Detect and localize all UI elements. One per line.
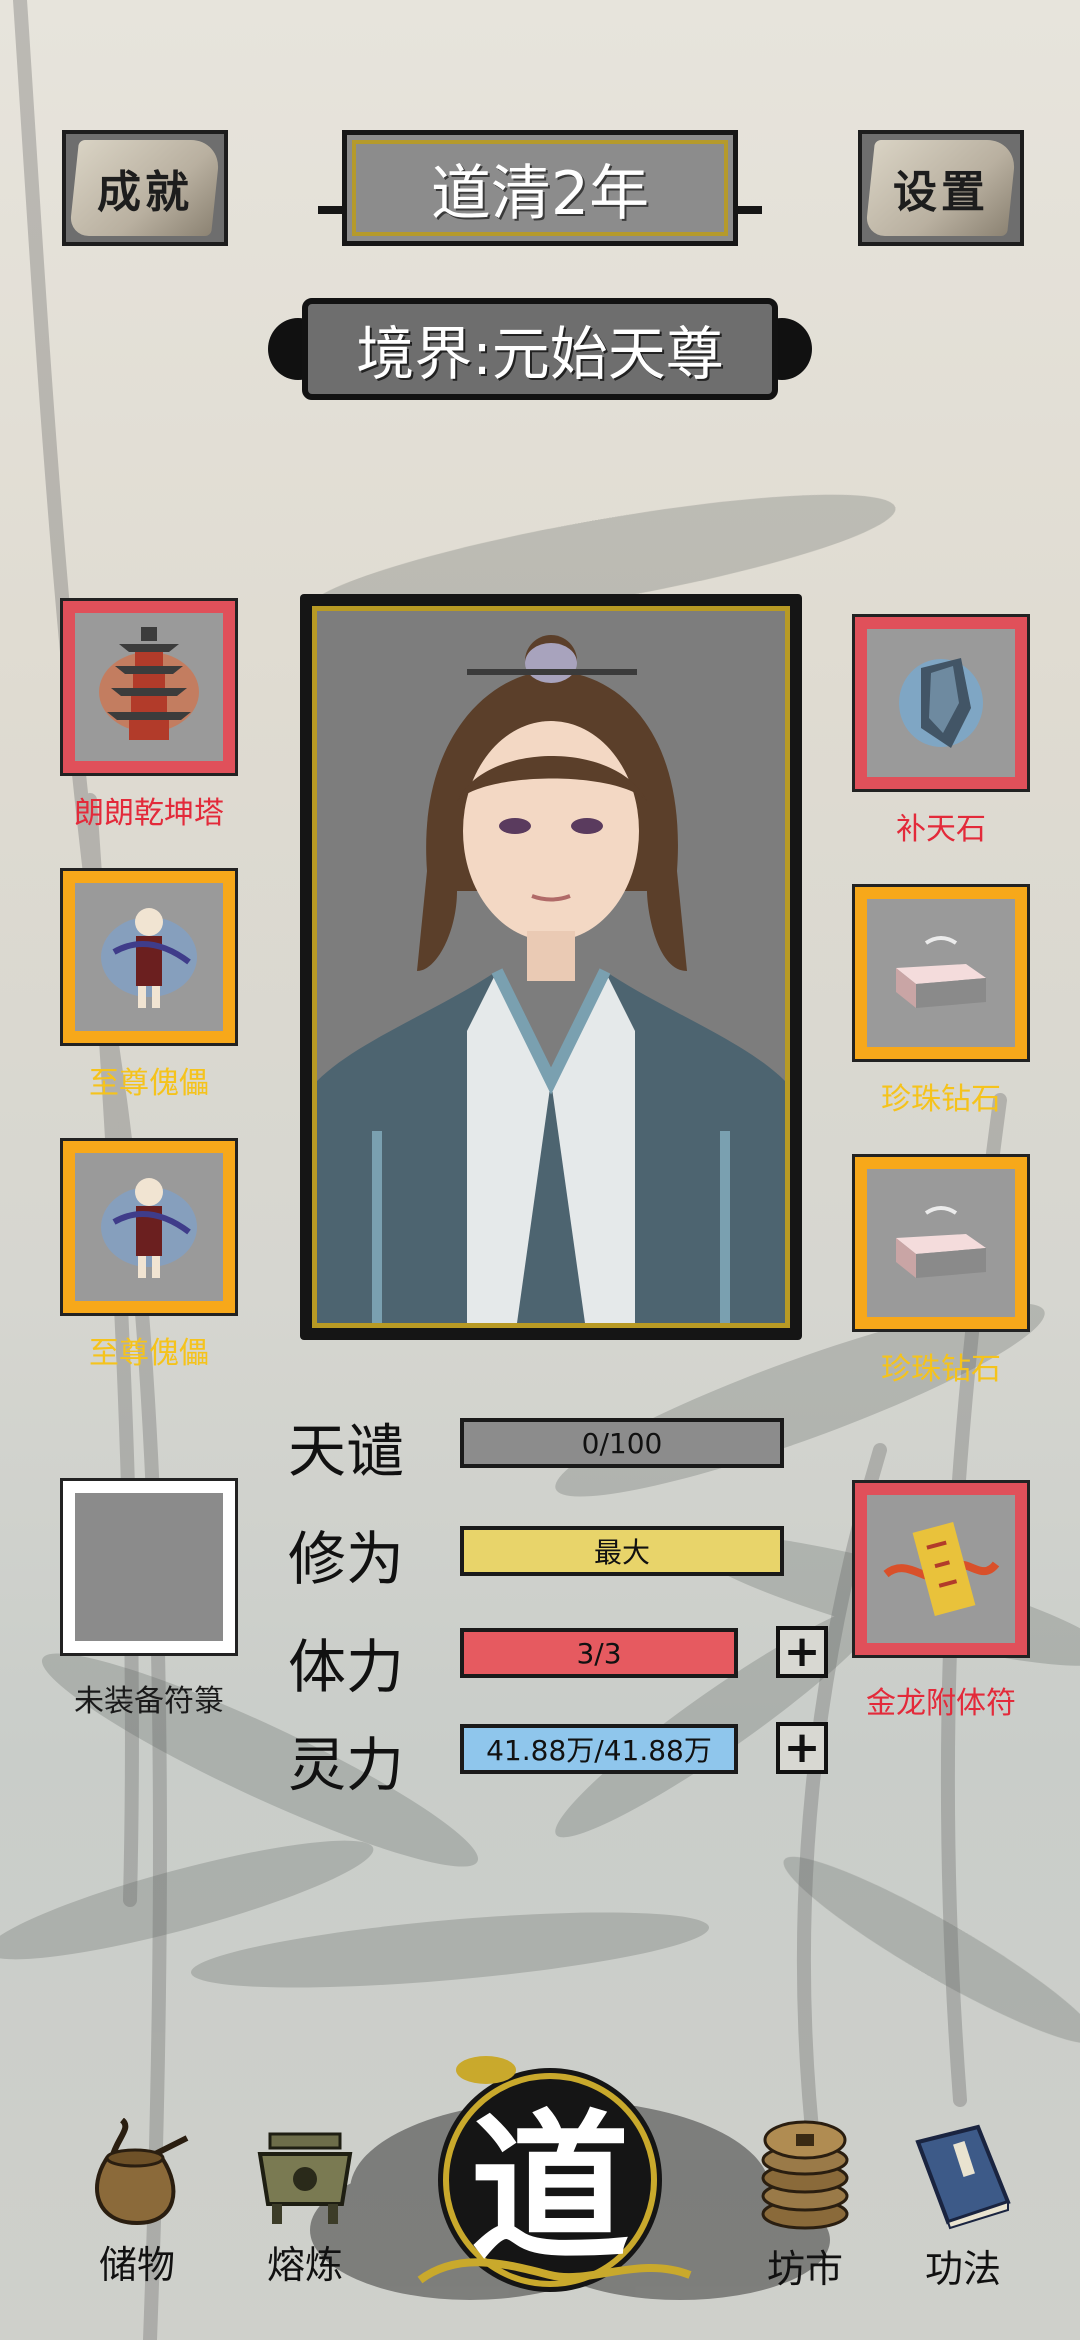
equip-label-right-2: 珍珠钻石 bbox=[881, 1082, 1001, 1117]
achievement-button[interactable]: 成就 bbox=[62, 130, 228, 246]
heavenly-punishment-value: 0/100 bbox=[581, 1426, 663, 1460]
equip-slot-left-2[interactable] bbox=[60, 868, 238, 1046]
equip-label-left-3: 至尊傀儡 bbox=[89, 1336, 209, 1371]
stat-label-spirit: 灵力 bbox=[288, 1731, 405, 1799]
empty-slot bbox=[75, 1493, 223, 1641]
equip-slot-right-3[interactable] bbox=[852, 1154, 1030, 1332]
nav-center-label: 道 bbox=[469, 2094, 630, 2282]
equip-label-left-1: 朗朗乾坤塔 bbox=[74, 796, 224, 831]
nav-market[interactable]: 坊市 bbox=[740, 2116, 870, 2293]
equip-slot-right-2[interactable] bbox=[852, 884, 1030, 1062]
equip-label-left-2: 至尊傀儡 bbox=[89, 1066, 209, 1101]
talisman-slot-label: 未装备符箓 bbox=[74, 1684, 224, 1719]
nav-storage[interactable]: 储物 bbox=[72, 2118, 202, 2289]
equip-slot-right-1[interactable] bbox=[852, 614, 1030, 792]
stamina-plus-button[interactable]: + bbox=[776, 1626, 828, 1678]
cultivation-bar: 最大 bbox=[460, 1526, 784, 1576]
spirit-bar: 41.88万/41.88万 bbox=[460, 1724, 738, 1774]
talisman-slot-equipped[interactable] bbox=[852, 1480, 1030, 1658]
diamond-icon bbox=[867, 1169, 1015, 1317]
nav-smelt-label: 熔炼 bbox=[266, 2243, 343, 2287]
nav-skills-label: 功法 bbox=[924, 2247, 1001, 2291]
cultivation-value: 最大 bbox=[593, 1536, 650, 1569]
pagoda-icon bbox=[75, 613, 223, 761]
heavenly-punishment-bar: 0/100 bbox=[460, 1418, 784, 1468]
cauldron-icon bbox=[257, 2132, 353, 2224]
stamina-bar: 3/3 bbox=[460, 1628, 738, 1678]
talisman-equipped-label: 金龙附体符 bbox=[866, 1686, 1016, 1721]
talisman-icon bbox=[867, 1495, 1015, 1643]
achievement-label: 成就 bbox=[97, 167, 193, 218]
equip-slot-left-3[interactable] bbox=[60, 1138, 238, 1316]
realm-text: 境界:元始天尊 bbox=[356, 320, 724, 388]
puppet-icon bbox=[75, 1153, 223, 1301]
year-title-plate: 道清2年 bbox=[342, 130, 738, 246]
nav-market-label: 坊市 bbox=[766, 2247, 843, 2291]
stat-label-heavenly-punishment: 天谴 bbox=[288, 1417, 405, 1485]
book-icon bbox=[915, 2124, 1011, 2230]
nav-smelt[interactable]: 熔炼 bbox=[240, 2124, 370, 2289]
realm-plate: 境界:元始天尊 bbox=[302, 298, 778, 400]
spirit-plus-button[interactable]: + bbox=[776, 1722, 828, 1774]
coin-stack-icon bbox=[761, 2120, 849, 2230]
diamond-icon bbox=[867, 899, 1015, 1047]
character-portrait bbox=[300, 594, 802, 1340]
equip-slot-left-1[interactable] bbox=[60, 598, 238, 776]
nav-skills[interactable]: 功法 bbox=[898, 2122, 1028, 2293]
character-illustration bbox=[317, 635, 785, 1323]
pouch-icon bbox=[95, 2118, 189, 2226]
year-title: 道清2年 bbox=[430, 158, 650, 229]
talisman-slot-empty[interactable] bbox=[60, 1478, 238, 1656]
settings-button[interactable]: 设置 bbox=[858, 130, 1024, 246]
equip-label-right-1: 补天石 bbox=[896, 812, 986, 847]
equip-label-right-3: 珍珠钻石 bbox=[881, 1352, 1001, 1387]
stat-label-cultivation: 修为 bbox=[288, 1525, 405, 1593]
nav-center-dao[interactable]: 道 bbox=[400, 2050, 700, 2300]
sky-stone-icon bbox=[867, 629, 1015, 777]
nav-storage-label: 储物 bbox=[98, 2243, 175, 2287]
spirit-value: 41.88万/41.88万 bbox=[486, 1734, 712, 1767]
stat-label-stamina: 体力 bbox=[288, 1633, 405, 1701]
puppet-icon bbox=[75, 883, 223, 1031]
settings-label: 设置 bbox=[893, 167, 989, 218]
stamina-value: 3/3 bbox=[576, 1636, 622, 1670]
